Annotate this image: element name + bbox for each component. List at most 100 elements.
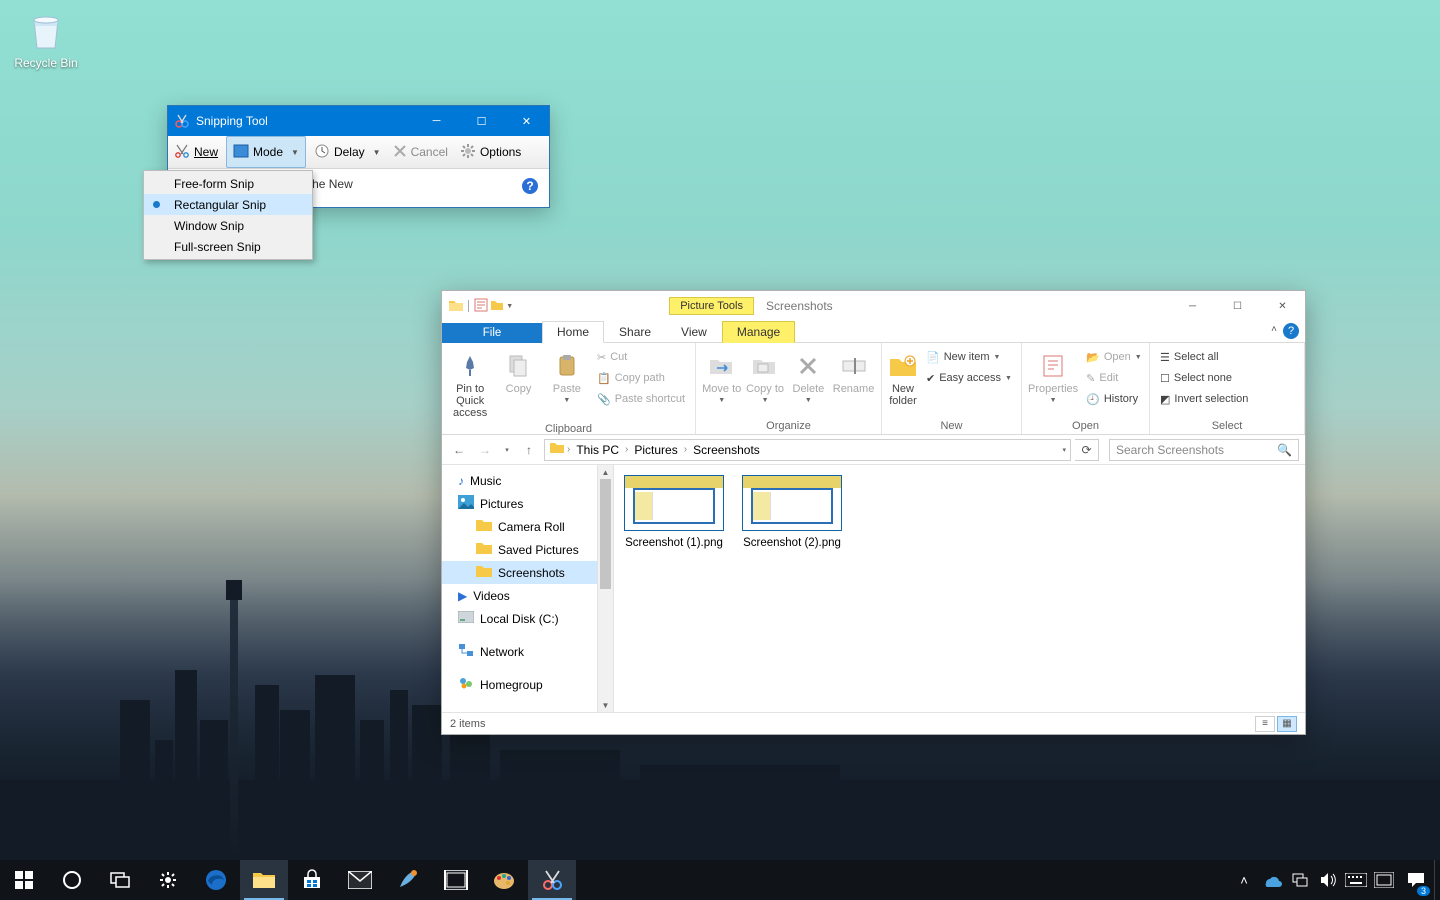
maximize-button[interactable]: ☐: [1215, 291, 1260, 321]
invert-selection-button[interactable]: ◩Invert selection: [1156, 389, 1252, 409]
file-item[interactable]: Screenshot (2).png: [742, 475, 842, 702]
easy-access-button[interactable]: ✔Easy access ▼: [922, 368, 1016, 388]
nav-item-saved-pictures[interactable]: Saved Pictures: [442, 538, 613, 561]
qat-dropdown[interactable]: ▼: [506, 303, 513, 310]
nav-item-homegroup[interactable]: Homegroup: [442, 673, 613, 696]
tray-keyboard-icon[interactable]: [1342, 860, 1370, 900]
scroll-down-button[interactable]: ▼: [598, 698, 613, 712]
paste-shortcut-button: 📎Paste shortcut: [593, 389, 689, 409]
taskbar-edge[interactable]: [192, 860, 240, 900]
mode-menu-item-rectangular[interactable]: Rectangular Snip: [144, 194, 312, 215]
tab-home[interactable]: Home: [542, 321, 604, 343]
select-none-button[interactable]: ☐Select none: [1156, 368, 1252, 388]
help-icon[interactable]: ?: [1283, 323, 1299, 339]
taskbar-mail[interactable]: [336, 860, 384, 900]
select-all-button[interactable]: ☰Select all: [1156, 347, 1252, 367]
nav-scrollbar[interactable]: ▲ ▼: [597, 465, 613, 712]
cut-icon: ✂: [597, 351, 606, 364]
tab-share[interactable]: Share: [604, 321, 666, 343]
quick-access-toolbar[interactable]: │ ▼: [442, 298, 519, 315]
navigation-pane[interactable]: ♪Music Pictures Camera Roll Saved Pictur…: [442, 465, 614, 712]
qat-newfolder-icon[interactable]: [490, 298, 504, 315]
snipping-titlebar[interactable]: Snipping Tool ─ ☐ ✕: [168, 106, 549, 136]
nav-up-button[interactable]: ↑: [518, 439, 540, 461]
open-icon: 📂: [1086, 351, 1100, 364]
show-desktop-button[interactable]: [1434, 860, 1440, 900]
paste-button: Paste ▼: [545, 347, 589, 404]
taskbar-file-explorer[interactable]: [240, 860, 288, 900]
gear-icon: [460, 143, 476, 162]
breadcrumb-screenshots[interactable]: Screenshots: [689, 443, 764, 457]
options-button[interactable]: Options: [454, 136, 527, 168]
mode-menu-item-freeform[interactable]: Free-form Snip: [144, 173, 312, 194]
scroll-up-button[interactable]: ▲: [598, 465, 613, 479]
maximize-button[interactable]: ☐: [459, 106, 504, 136]
taskbar-movies[interactable]: [432, 860, 480, 900]
nav-recent-dropdown[interactable]: ▾: [500, 439, 514, 461]
nav-back-button[interactable]: ←: [448, 439, 470, 461]
help-icon[interactable]: ?: [521, 177, 539, 195]
qat-properties-icon[interactable]: [474, 298, 488, 315]
explorer-titlebar[interactable]: │ ▼ Picture Tools Screenshots ─ ☐ ✕: [442, 291, 1305, 321]
view-details-button[interactable]: ≡: [1255, 716, 1275, 732]
taskbar-settings[interactable]: [144, 860, 192, 900]
start-button[interactable]: [0, 860, 48, 900]
file-list[interactable]: Screenshot (1).png Screenshot (2).png: [614, 465, 1305, 712]
nav-item-local-disk[interactable]: Local Disk (C:): [442, 607, 613, 630]
folder-icon: [448, 298, 464, 314]
pin-quick-access-button[interactable]: Pin to Quick access: [448, 347, 492, 419]
delay-button[interactable]: Delay ▼: [308, 136, 387, 168]
rectangle-icon: [233, 144, 249, 161]
mode-menu-item-window[interactable]: Window Snip: [144, 215, 312, 236]
close-button[interactable]: ✕: [1260, 291, 1305, 321]
mode-dropdown-menu[interactable]: Free-form Snip Rectangular Snip Window S…: [143, 170, 313, 260]
nav-item-camera-roll[interactable]: Camera Roll: [442, 515, 613, 538]
address-dropdown[interactable]: ▾: [1062, 446, 1066, 454]
breadcrumb-this-pc[interactable]: This PC: [572, 443, 623, 457]
task-view-button[interactable]: [96, 860, 144, 900]
tray-onedrive-icon[interactable]: [1258, 860, 1286, 900]
nav-item-pictures[interactable]: Pictures: [442, 492, 613, 515]
scroll-thumb[interactable]: [600, 479, 611, 589]
file-item[interactable]: Screenshot (1).png: [624, 475, 724, 702]
taskbar-store[interactable]: [288, 860, 336, 900]
taskbar-paint3d[interactable]: [384, 860, 432, 900]
nav-item-network[interactable]: Network: [442, 640, 613, 663]
tray-overflow-icon[interactable]: ˄: [1230, 860, 1258, 900]
breadcrumb-bar[interactable]: › This PC› Pictures› Screenshots ▾: [544, 439, 1071, 461]
minimize-button[interactable]: ─: [1170, 291, 1215, 321]
tray-input-indicator[interactable]: [1370, 860, 1398, 900]
nav-item-music[interactable]: ♪Music: [442, 469, 613, 492]
taskbar[interactable]: ˄ 3: [0, 860, 1440, 900]
new-snip-button[interactable]: New: [168, 136, 224, 168]
minimize-button[interactable]: ─: [414, 106, 459, 136]
tray-volume-icon[interactable]: [1314, 860, 1342, 900]
new-item-button[interactable]: 📄New item ▼: [922, 347, 1016, 367]
edit-button: ✎Edit: [1082, 368, 1146, 388]
tab-view[interactable]: View: [666, 321, 722, 343]
new-folder-button[interactable]: New folder: [888, 347, 918, 407]
mode-button[interactable]: Mode ▼: [226, 136, 306, 168]
cortana-button[interactable]: [48, 860, 96, 900]
tray-network-icon[interactable]: [1286, 860, 1314, 900]
action-center-button[interactable]: 3: [1398, 860, 1434, 900]
file-explorer-window[interactable]: │ ▼ Picture Tools Screenshots ─ ☐ ✕ File…: [441, 290, 1306, 735]
nav-item-screenshots[interactable]: Screenshots: [442, 561, 613, 584]
view-icons-button[interactable]: ▦: [1277, 716, 1297, 732]
close-button[interactable]: ✕: [504, 106, 549, 136]
desktop-icon-recycle-bin[interactable]: Recycle Bin: [8, 10, 84, 70]
contextual-tab-label: Picture Tools: [669, 297, 754, 315]
ribbon-collapse-icon[interactable]: ˄: [1271, 324, 1277, 335]
search-box[interactable]: Search Screenshots 🔍: [1109, 439, 1299, 461]
tab-manage[interactable]: Manage: [722, 321, 795, 343]
breadcrumb-pictures[interactable]: Pictures: [630, 443, 681, 457]
tab-file[interactable]: File: [442, 323, 542, 343]
taskbar-paint[interactable]: [480, 860, 528, 900]
nav-item-videos[interactable]: ▶Videos: [442, 584, 613, 607]
refresh-button[interactable]: ⟳: [1075, 439, 1099, 461]
system-tray[interactable]: ˄ 3: [1230, 860, 1440, 900]
history-icon: 🕘: [1086, 393, 1100, 406]
mode-menu-item-fullscreen[interactable]: Full-screen Snip: [144, 236, 312, 257]
history-button[interactable]: 🕘History: [1082, 389, 1146, 409]
taskbar-snipping-tool[interactable]: [528, 860, 576, 900]
